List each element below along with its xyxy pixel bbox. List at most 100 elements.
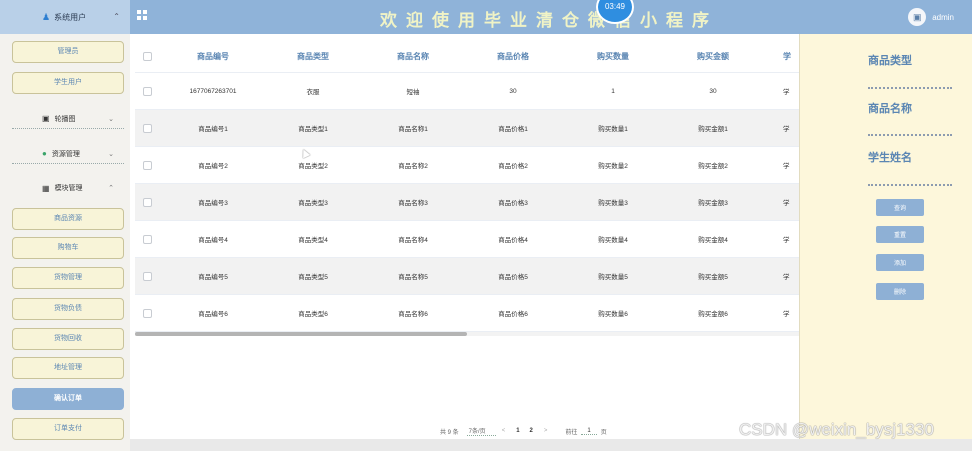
table-cell: 商品名称5	[398, 274, 428, 281]
column-header[interactable]: 购买金额	[663, 40, 763, 72]
next-page-icon[interactable]: >	[544, 428, 548, 434]
table-cell: 衣服	[306, 89, 320, 96]
sidebar-group-label: 资源管理	[51, 150, 80, 158]
table-header-row: 商品编号 商品类型 商品名称 商品价格 购买数量 购买金额 学 操作	[135, 40, 856, 73]
table-cell: 商品编号3	[198, 200, 228, 207]
column-header[interactable]: 商品编号	[163, 40, 263, 72]
column-header[interactable]: 商品价格	[463, 40, 563, 72]
sidebar-item-goods-management[interactable]: 货物管理	[12, 267, 124, 289]
table-cell: 商品名称6	[398, 311, 428, 318]
table-cell: 商品名称3	[398, 200, 428, 207]
column-header[interactable]: 商品类型	[263, 40, 363, 72]
location-icon: ●	[42, 149, 47, 158]
filter-input-product-type[interactable]	[868, 87, 952, 89]
sidebar-item-cart[interactable]: 购物车	[12, 237, 124, 259]
table-cell: 购买金额4	[698, 237, 728, 244]
table-cell: 购买金额2	[698, 163, 728, 170]
prev-page-icon[interactable]: <	[502, 428, 506, 434]
user-icon: ♟	[42, 11, 51, 22]
table-cell: 商品类型4	[298, 237, 328, 244]
delete-button[interactable]: 删除	[876, 283, 924, 300]
sidebar-item-admin[interactable]: 管理员	[12, 41, 124, 63]
table-cell: 商品名称2	[398, 163, 428, 170]
row-checkbox[interactable]	[142, 197, 152, 207]
table-row: 商品编号1商品类型1商品名称1商品价格1购买数量1购买金额1学详情	[135, 110, 856, 147]
table-cell: 商品编号1	[198, 126, 228, 133]
row-select-cell	[137, 221, 157, 257]
table-cell: 短袖	[406, 89, 420, 96]
table-cell: 商品编号6	[198, 311, 228, 318]
table-cell: 商品价格4	[498, 237, 528, 244]
table-cell: 购买金额1	[698, 126, 728, 133]
sidebar-item-goods-recycle[interactable]: 货物回收	[12, 328, 124, 350]
table-cell: 商品价格6	[498, 311, 528, 318]
sidebar-item-address[interactable]: 地址管理	[12, 357, 124, 379]
search-button[interactable]: 查询	[876, 199, 924, 216]
table-cell: 购买金额6	[698, 311, 728, 318]
chevron-up-icon: ⌃	[108, 185, 114, 192]
column-header[interactable]: 购买数量	[563, 40, 663, 72]
table-cell: 商品类型3	[298, 200, 328, 207]
row-select-cell	[137, 184, 157, 220]
filter-label-product-name: 商品名称	[868, 103, 912, 115]
goto-label: 前往	[565, 429, 578, 436]
sidebar-group-resources[interactable]: ● 资源管理 ⌄	[12, 144, 124, 164]
filter-input-student-name[interactable]	[868, 184, 952, 186]
site-title: 欢迎使用毕业清仓微信小程序	[380, 11, 718, 30]
table-cell: 1	[611, 87, 615, 95]
table-cell: 商品类型2	[298, 163, 328, 170]
page-number[interactable]: 2	[530, 428, 533, 434]
table-cell: 商品类型6	[298, 311, 328, 318]
row-select-cell	[137, 110, 157, 146]
row-checkbox[interactable]	[142, 160, 152, 170]
table-row: 商品编号3商品类型3商品名称3商品价格3购买数量3购买金额3学详情	[135, 184, 856, 221]
row-select-cell	[137, 295, 157, 331]
row-checkbox[interactable]	[142, 123, 152, 133]
table-cell: 商品价格5	[498, 274, 528, 281]
menu-grid-icon[interactable]	[137, 10, 147, 20]
goto-unit: 页	[600, 429, 607, 436]
column-header[interactable]: 商品名称	[363, 40, 463, 72]
user-menu[interactable]: ♟ 系统用户 ⌃	[0, 0, 130, 34]
row-select-cell	[137, 258, 157, 294]
footer-bar	[130, 439, 972, 451]
sidebar-item-product-resources[interactable]: 商品资源	[12, 208, 124, 230]
sidebar-item-goods-liability[interactable]: 货物负债	[12, 298, 124, 320]
table-body: 1677067263701衣服短袖30130学详情商品编号1商品类型1商品名称1…	[135, 73, 856, 332]
row-checkbox[interactable]	[142, 234, 152, 244]
sidebar-group-modules[interactable]: ▦ 模块管理 ⌃	[12, 178, 124, 198]
table-cell: 商品名称1	[398, 126, 428, 133]
orders-table: 商品编号 商品类型 商品名称 商品价格 购买数量 购买金额 学 操作 16770…	[135, 40, 856, 332]
sidebar-item-student-users[interactable]: 学生用户	[12, 72, 124, 94]
image-icon: ▣	[42, 114, 50, 123]
page-size-select[interactable]: 7条/页	[466, 426, 496, 436]
page-number[interactable]: 1	[516, 428, 519, 434]
reset-button[interactable]: 重置	[876, 226, 924, 243]
scrollbar-thumb[interactable]	[135, 332, 467, 336]
table-cell: 购买金额3	[698, 200, 728, 207]
filter-label-product-type: 商品类型	[868, 55, 912, 67]
sidebar-group-carousel[interactable]: ▣ 轮播图 ⌄	[12, 109, 124, 129]
table-row: 商品编号4商品类型4商品名称4商品价格4购买数量4购买金额4学详情	[135, 221, 856, 258]
sidebar-item-confirm-order[interactable]: 确认订单	[12, 388, 124, 410]
row-checkbox[interactable]	[142, 86, 152, 96]
table-cell: 购买金额5	[698, 274, 728, 281]
goto-input[interactable]: 1	[581, 428, 597, 435]
select-all-checkbox[interactable]	[142, 51, 152, 61]
admin-profile[interactable]: ▣ admin	[908, 8, 954, 26]
chevron-down-icon: ⌄	[108, 115, 114, 123]
row-checkbox[interactable]	[142, 308, 152, 318]
table-cell: 商品价格3	[498, 200, 528, 207]
table-cell: 商品编号4	[198, 237, 228, 244]
row-checkbox[interactable]	[142, 271, 152, 281]
table-cell: 商品价格1	[498, 126, 528, 133]
table-row: 商品编号6商品类型6商品名称6商品价格6购买数量6购买金额6学详情	[135, 295, 856, 332]
chevron-up-icon: ⌃	[113, 12, 120, 21]
row-select-cell	[137, 73, 157, 109]
sidebar-item-order-payment[interactable]: 订单支付	[12, 418, 124, 440]
add-button[interactable]: 添加	[876, 254, 924, 271]
filter-input-product-name[interactable]	[868, 134, 952, 136]
table-cell: 30	[509, 87, 517, 95]
table-cell: 商品类型5	[298, 274, 328, 281]
horizontal-scrollbar[interactable]	[135, 332, 856, 336]
